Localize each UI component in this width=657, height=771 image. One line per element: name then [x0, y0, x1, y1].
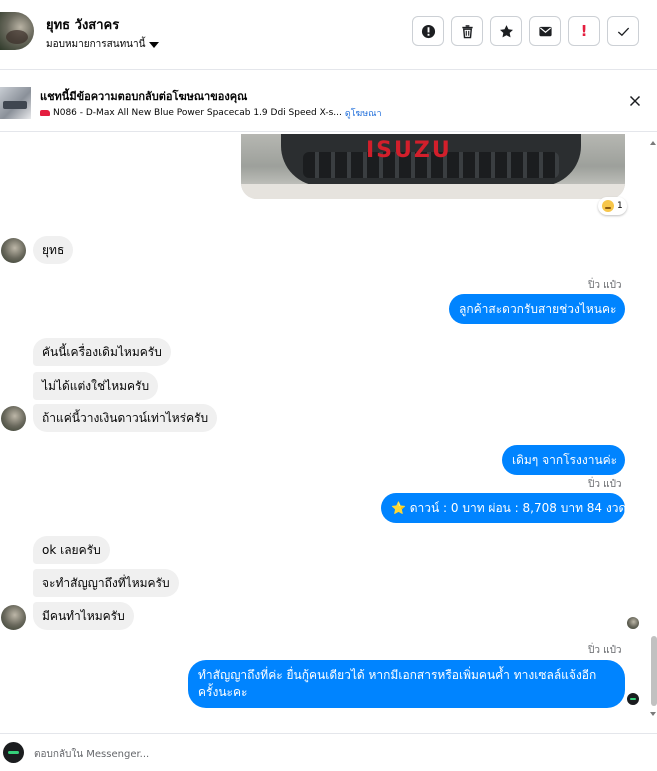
- message-line: ทำสัญญาถึงที่ค่ะ ยื่นกู้คนเดียวได้ หากมี…: [198, 668, 597, 682]
- star-icon: [499, 24, 513, 37]
- outgoing-message[interactable]: ลูกค้าสะดวกรับสายช่วงไหนคะ: [449, 294, 625, 324]
- page-avatar: [3, 742, 24, 763]
- exclamation-icon: !: [580, 22, 588, 40]
- star-button[interactable]: [490, 16, 522, 46]
- reaction-count: 1: [617, 201, 623, 211]
- incoming-message[interactable]: ไม่ได้แต่งใช่ไหมครับ: [33, 372, 159, 400]
- incoming-message[interactable]: ถ้าแค่นี้วางเงินดาวน์เท่าไหร่ครับ: [33, 404, 218, 432]
- contact-name[interactable]: ยุทธ วังสาคร: [46, 14, 119, 35]
- report-button[interactable]: [412, 16, 444, 46]
- contact-avatar[interactable]: [0, 12, 34, 50]
- car-icon: [40, 110, 50, 116]
- check-icon: [617, 27, 629, 36]
- contact-avatar-small[interactable]: [1, 605, 26, 630]
- incoming-message[interactable]: ok เลยครับ: [33, 536, 110, 564]
- ad-reply-banner: แชทนี้มีข้อความตอบกลับต่อโฆษณาของคุณ N08…: [0, 83, 657, 123]
- reaction-badge[interactable]: 1: [598, 197, 627, 215]
- sender-name: ปิ่ว แป๋ว: [588, 280, 622, 291]
- envelope-icon: [538, 26, 552, 36]
- conversation-header: ยุทธ วังสาคร มอบหมายการสนทนานี้ !: [0, 0, 657, 70]
- ad-thumbnail[interactable]: [0, 87, 31, 119]
- done-button[interactable]: [607, 16, 639, 46]
- message-thread[interactable]: ISUZU 1 ยุทธ ปิ่ว แป๋ว ลูกค้าสะดวกรับสาย…: [0, 132, 657, 730]
- caret-down-icon: [149, 41, 160, 48]
- scroll-up-arrow[interactable]: [650, 141, 656, 145]
- mark-unread-button[interactable]: [529, 16, 561, 46]
- scrollbar-thumb[interactable]: [651, 636, 657, 706]
- ad-banner-title: แชทนี้มีข้อความตอบกลับต่อโฆษณาของคุณ: [40, 90, 248, 103]
- delete-button[interactable]: [451, 16, 483, 46]
- ad-listing-title: N086 - D-Max All New Blue Power Spacecab…: [53, 108, 342, 118]
- sender-name: ปิ่ว แป๋ว: [588, 479, 622, 490]
- info-circle-icon: [421, 24, 435, 38]
- incoming-message[interactable]: ยุทธ: [33, 236, 74, 264]
- message-composer: [0, 733, 657, 771]
- incoming-message[interactable]: คันนี้เครื่องเดิมไหมครับ: [33, 338, 171, 366]
- sender-name: ปิ่ว แป๋ว: [588, 645, 622, 656]
- reply-input[interactable]: [34, 745, 614, 763]
- scroll-down-arrow[interactable]: [650, 712, 656, 716]
- outgoing-message[interactable]: ⭐ ดาวน์ : 0 บาท ผ่อน : 8,708 บาท 84 งวด: [381, 493, 626, 523]
- assign-label: มอบหมายการสนทนานี้: [46, 39, 146, 50]
- ad-listing-line: N086 - D-Max All New Blue Power Spacecab…: [40, 106, 382, 120]
- read-receipt-avatar: [627, 617, 639, 629]
- brand-logo: ISUZU: [366, 138, 452, 163]
- close-icon[interactable]: [627, 93, 643, 109]
- image-message[interactable]: ISUZU: [241, 134, 625, 199]
- incoming-message[interactable]: จะทำสัญญาถึงที่ไหมครับ: [33, 569, 179, 597]
- incoming-message[interactable]: มีคนทำไหมครับ: [33, 602, 134, 630]
- trash-icon: [461, 24, 473, 38]
- assign-conversation-dropdown[interactable]: มอบหมายการสนทนานี้: [46, 37, 160, 52]
- sad-face-icon: [602, 200, 614, 212]
- contact-avatar-small[interactable]: [1, 238, 26, 263]
- message-line: ครั้งนะคะ: [198, 685, 248, 699]
- conversation-actions: !: [412, 16, 639, 46]
- outgoing-message[interactable]: เดิมๆ จากโรงงานค่ะ: [502, 445, 625, 475]
- image-floor: [241, 184, 625, 199]
- seen-indicator-avatar: [627, 693, 639, 705]
- contact-avatar-small[interactable]: [1, 406, 26, 431]
- view-ad-link[interactable]: ดูโฆษณา: [345, 106, 382, 120]
- spam-button[interactable]: !: [568, 16, 600, 46]
- outgoing-message[interactable]: ทำสัญญาถึงที่ค่ะ ยื่นกู้คนเดียวได้ หากมี…: [188, 660, 625, 708]
